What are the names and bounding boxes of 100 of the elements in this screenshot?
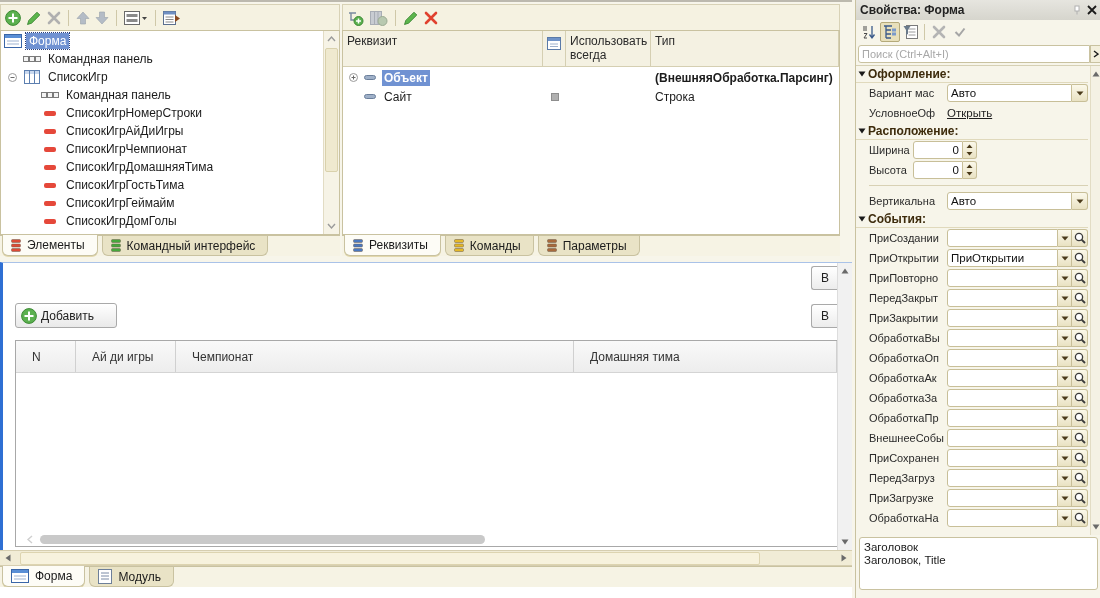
event-field[interactable] xyxy=(947,269,1058,287)
arrow-down-icon[interactable] xyxy=(327,222,336,230)
tree-item[interactable]: СписокИгрНомерСтроки xyxy=(63,105,205,121)
section-title[interactable]: Оформление: xyxy=(868,67,951,81)
search-button[interactable] xyxy=(1072,249,1088,267)
open-link[interactable]: Открыть xyxy=(947,107,993,119)
search-button[interactable] xyxy=(1072,429,1088,447)
arrow-up-icon[interactable] xyxy=(1091,70,1100,78)
tab[interactable]: Команды xyxy=(444,236,534,256)
event-field[interactable] xyxy=(947,309,1058,327)
tree-item[interactable]: Командная панель xyxy=(45,51,156,67)
tree-item[interactable]: СписокИгрДомГолы xyxy=(63,213,180,229)
dropdown-button[interactable] xyxy=(1058,309,1072,327)
dropdown-button[interactable] xyxy=(1058,449,1072,467)
search-button[interactable] xyxy=(1072,469,1088,487)
search-go-button[interactable] xyxy=(1090,45,1100,63)
tree-item[interactable]: Командная панель xyxy=(63,87,174,103)
triangle-down-icon[interactable] xyxy=(858,215,866,223)
dropdown-button[interactable] xyxy=(1058,409,1072,427)
event-field[interactable]: ПриОткрытии xyxy=(947,249,1058,267)
dropdown-button[interactable] xyxy=(1058,369,1072,387)
dropdown-button[interactable] xyxy=(1058,509,1072,527)
search-button[interactable] xyxy=(1072,489,1088,507)
search-button[interactable] xyxy=(1072,289,1088,307)
event-field[interactable] xyxy=(947,329,1058,347)
tree-item[interactable]: СписокИгрДомашняяТима xyxy=(63,159,217,175)
collapse-icon[interactable] xyxy=(7,72,17,82)
event-field[interactable] xyxy=(947,289,1058,307)
search-button[interactable] xyxy=(1072,449,1088,467)
dropdown-button[interactable] xyxy=(1058,489,1072,507)
list-arrow-icon[interactable] xyxy=(163,9,181,26)
section-title[interactable]: Расположение: xyxy=(868,124,959,138)
close-icon[interactable] xyxy=(1087,5,1097,15)
section-title[interactable]: События: xyxy=(868,212,926,226)
dropdown-button[interactable] xyxy=(1058,349,1072,367)
pencil-icon[interactable] xyxy=(26,9,42,26)
event-field[interactable] xyxy=(947,489,1058,507)
arrow-right-icon[interactable] xyxy=(840,554,848,562)
triangle-down-icon[interactable] xyxy=(858,70,866,78)
tree-item[interactable]: СписокИгрГостьТима xyxy=(63,177,188,193)
event-field[interactable] xyxy=(947,369,1058,387)
event-field[interactable] xyxy=(947,229,1058,247)
event-field[interactable] xyxy=(947,449,1058,467)
dropdown-button[interactable] xyxy=(1058,389,1072,407)
dropdown-button[interactable] xyxy=(1058,229,1072,247)
panel-menu-icon[interactable] xyxy=(124,9,148,26)
search-button[interactable] xyxy=(1072,349,1088,367)
scrollbar-thumb[interactable] xyxy=(325,48,338,172)
dropdown-button[interactable] xyxy=(1072,84,1088,102)
arrow-down-icon[interactable] xyxy=(841,538,849,546)
dropdown-button[interactable] xyxy=(1072,192,1088,210)
scrollbar-thumb[interactable] xyxy=(20,551,760,565)
tree-item[interactable]: СписокИгр xyxy=(45,69,111,85)
tree-item[interactable]: СписокИгрЧемпионат xyxy=(63,141,190,157)
add-button[interactable]: Добавить xyxy=(15,303,117,328)
search-button[interactable] xyxy=(1072,409,1088,427)
search-button[interactable] xyxy=(1072,269,1088,287)
tab[interactable]: Форма xyxy=(2,566,86,587)
tab[interactable]: Командный интерфейс xyxy=(101,236,269,256)
event-field[interactable] xyxy=(947,469,1058,487)
categories-button[interactable] xyxy=(880,21,900,42)
add-icon[interactable] xyxy=(5,9,21,26)
dropdown-button[interactable] xyxy=(1058,329,1072,347)
dropdown-button[interactable] xyxy=(1058,429,1072,447)
tree-item[interactable]: СписокИгрАйДиИгры xyxy=(63,123,187,139)
arrow-up-icon[interactable] xyxy=(327,35,336,43)
event-field[interactable] xyxy=(947,429,1058,447)
attribute-add-icon[interactable] xyxy=(347,9,365,26)
triangle-down-icon[interactable] xyxy=(858,127,866,135)
spin-button[interactable] xyxy=(963,161,977,179)
event-field[interactable] xyxy=(947,349,1058,367)
pencil-icon[interactable] xyxy=(403,9,419,26)
horizontal-scrollbar[interactable] xyxy=(0,550,852,566)
form-button[interactable]: В xyxy=(811,303,837,328)
form-button[interactable]: В xyxy=(811,266,837,290)
tree-item[interactable]: СписокИгрГеймайм xyxy=(63,195,178,211)
search-button[interactable] xyxy=(1072,509,1088,527)
arrow-down-icon[interactable] xyxy=(1091,523,1100,531)
attribute-name[interactable]: Сайт xyxy=(382,88,414,105)
search-button[interactable] xyxy=(1072,329,1088,347)
tab[interactable]: Модуль xyxy=(89,567,174,587)
expand-icon[interactable] xyxy=(348,73,358,82)
dropdown-button[interactable] xyxy=(1058,269,1072,287)
number-field[interactable]: 0 xyxy=(913,161,963,179)
select-field[interactable]: Авто xyxy=(947,192,1072,210)
event-field[interactable] xyxy=(947,389,1058,407)
tab[interactable]: Элементы xyxy=(2,235,98,256)
check-icon[interactable] xyxy=(954,25,966,38)
scrollbar-thumb[interactable] xyxy=(40,534,485,544)
vertical-scrollbar[interactable] xyxy=(1090,66,1100,535)
search-button[interactable] xyxy=(1072,229,1088,247)
search-button[interactable] xyxy=(1072,309,1088,327)
search-button[interactable] xyxy=(1072,369,1088,387)
dropdown-button[interactable] xyxy=(1058,249,1072,267)
tab[interactable]: Параметры xyxy=(537,236,640,256)
arrow-left-icon[interactable] xyxy=(4,554,12,562)
tab[interactable]: Реквизиты xyxy=(344,235,441,256)
arrow-up-icon[interactable] xyxy=(841,267,849,275)
dropdown-button[interactable] xyxy=(1058,289,1072,307)
event-field[interactable] xyxy=(947,509,1058,527)
